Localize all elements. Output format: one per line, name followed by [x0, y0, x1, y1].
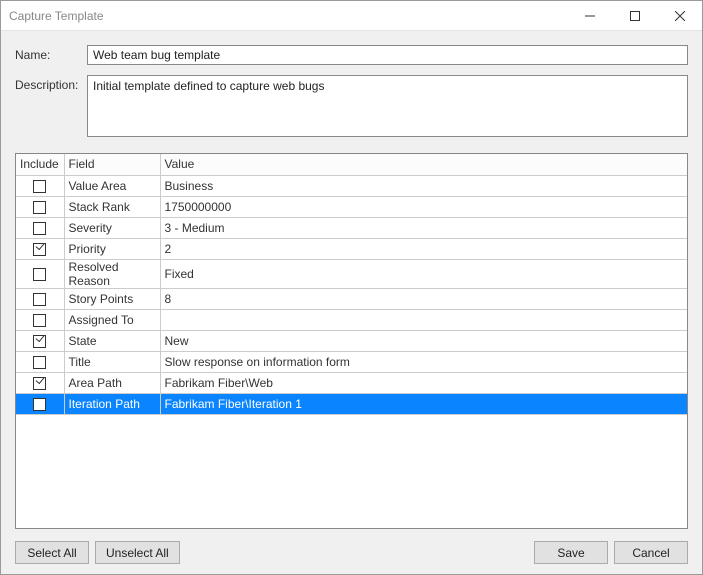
include-checkbox[interactable] [33, 222, 46, 235]
col-value[interactable]: Value [160, 154, 687, 175]
col-field[interactable]: Field [64, 154, 160, 175]
value-cell: Slow response on information form [160, 351, 687, 372]
field-cell: Resolved Reason [64, 259, 160, 288]
include-checkbox[interactable] [33, 398, 46, 411]
close-button[interactable] [657, 1, 702, 30]
unselect-all-button[interactable]: Unselect All [95, 541, 180, 564]
value-cell: Fabrikam Fiber\Iteration 1 [160, 393, 687, 414]
include-checkbox[interactable] [33, 243, 46, 256]
include-checkbox[interactable] [33, 293, 46, 306]
minimize-icon [585, 11, 595, 21]
value-cell: Fabrikam Fiber\Web [160, 372, 687, 393]
table-row[interactable]: Iteration PathFabrikam Fiber\Iteration 1 [16, 393, 687, 414]
col-include[interactable]: Include [16, 154, 64, 175]
title-bar: Capture Template [1, 1, 702, 31]
include-cell[interactable] [16, 259, 64, 288]
table-row[interactable]: Severity3 - Medium [16, 217, 687, 238]
table-row[interactable]: Resolved ReasonFixed [16, 259, 687, 288]
include-cell[interactable] [16, 196, 64, 217]
table-row[interactable]: Assigned To [16, 309, 687, 330]
grid-empty-area [16, 415, 687, 529]
field-cell: Title [64, 351, 160, 372]
value-cell: Fixed [160, 259, 687, 288]
table-header-row: Include Field Value [16, 154, 687, 175]
include-checkbox[interactable] [33, 180, 46, 193]
name-input[interactable] [87, 45, 688, 65]
select-all-button[interactable]: Select All [15, 541, 89, 564]
table-row[interactable]: Stack Rank1750000000 [16, 196, 687, 217]
field-cell: Story Points [64, 288, 160, 309]
value-cell: 1750000000 [160, 196, 687, 217]
include-checkbox[interactable] [33, 314, 46, 327]
table-row[interactable]: Area PathFabrikam Fiber\Web [16, 372, 687, 393]
button-row: Select All Unselect All Save Cancel [15, 529, 688, 564]
table-row[interactable]: Story Points8 [16, 288, 687, 309]
field-cell: State [64, 330, 160, 351]
cancel-button[interactable]: Cancel [614, 541, 688, 564]
fields-grid: Include Field Value Value AreaBusinessSt… [15, 153, 688, 529]
field-cell: Area Path [64, 372, 160, 393]
close-icon [675, 11, 685, 21]
value-cell: 2 [160, 238, 687, 259]
include-checkbox[interactable] [33, 377, 46, 390]
field-cell: Priority [64, 238, 160, 259]
button-spacer [186, 541, 528, 564]
include-cell[interactable] [16, 372, 64, 393]
window-title: Capture Template [1, 9, 567, 23]
include-cell[interactable] [16, 238, 64, 259]
table-row[interactable]: Value AreaBusiness [16, 175, 687, 196]
include-cell[interactable] [16, 217, 64, 238]
include-checkbox[interactable] [33, 201, 46, 214]
field-cell: Iteration Path [64, 393, 160, 414]
include-cell[interactable] [16, 351, 64, 372]
dialog-window: Capture Template Name: Description: Init… [0, 0, 703, 575]
include-checkbox[interactable] [33, 335, 46, 348]
include-cell[interactable] [16, 309, 64, 330]
description-label: Description: [15, 75, 87, 137]
value-cell: 3 - Medium [160, 217, 687, 238]
maximize-button[interactable] [612, 1, 657, 30]
field-cell: Assigned To [64, 309, 160, 330]
include-checkbox[interactable] [33, 268, 46, 281]
save-button[interactable]: Save [534, 541, 608, 564]
fields-table: Include Field Value Value AreaBusinessSt… [16, 154, 687, 415]
value-cell: 8 [160, 288, 687, 309]
description-input[interactable]: Initial template defined to capture web … [87, 75, 688, 137]
description-row: Description: Initial template defined to… [15, 75, 688, 137]
include-cell[interactable] [16, 288, 64, 309]
field-cell: Stack Rank [64, 196, 160, 217]
include-cell[interactable] [16, 330, 64, 351]
table-row[interactable]: StateNew [16, 330, 687, 351]
include-cell[interactable] [16, 393, 64, 414]
value-cell: Business [160, 175, 687, 196]
name-label: Name: [15, 45, 87, 65]
field-cell: Value Area [64, 175, 160, 196]
value-cell [160, 309, 687, 330]
dialog-content: Name: Description: Initial template defi… [1, 31, 702, 574]
table-row[interactable]: Priority2 [16, 238, 687, 259]
minimize-button[interactable] [567, 1, 612, 30]
name-row: Name: [15, 45, 688, 65]
maximize-icon [630, 11, 640, 21]
value-cell: New [160, 330, 687, 351]
field-cell: Severity [64, 217, 160, 238]
table-row[interactable]: TitleSlow response on information form [16, 351, 687, 372]
include-cell[interactable] [16, 175, 64, 196]
include-checkbox[interactable] [33, 356, 46, 369]
